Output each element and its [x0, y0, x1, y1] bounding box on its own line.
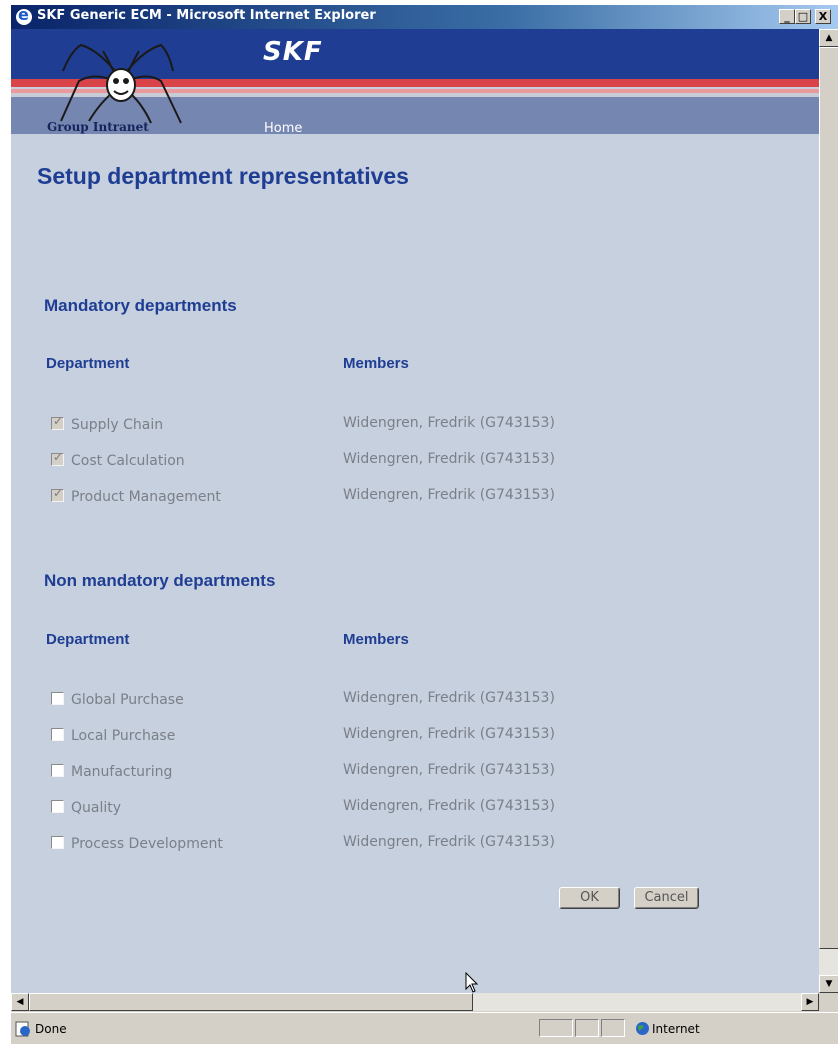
- department-checkbox: ✓: [51, 450, 64, 466]
- maximize-button[interactable]: □: [795, 9, 811, 24]
- mandatory-department-row: ✓ Cost Calculation Widengren, Fredrik (G74…: [51, 450, 671, 471]
- nav-home-link[interactable]: Home: [264, 121, 302, 136]
- page-viewport: SKF Group Intranet Home Setup department…: [11, 29, 819, 993]
- department-checkbox[interactable]: [51, 764, 64, 777]
- group-intranet-label[interactable]: Group Intranet: [47, 120, 149, 134]
- department-name: Product Management: [71, 489, 221, 505]
- department-checkbox[interactable]: [51, 692, 64, 705]
- status-panel: [601, 1019, 625, 1037]
- non-mandatory-department-row: Quality Widengren, Fredrik (G743153): [51, 798, 671, 818]
- title-bar[interactable]: SKF Generic ECM - Microsoft Internet Exp…: [11, 5, 838, 29]
- internet-explorer-icon: [16, 5, 32, 25]
- checkmark-icon: ✓: [53, 486, 64, 500]
- department-name: Process Development: [71, 836, 223, 852]
- department-member: Widengren, Fredrik (G743153): [343, 451, 555, 467]
- status-bar: Done Internet: [11, 1012, 838, 1044]
- globe-icon: [636, 1022, 649, 1035]
- scroll-left-arrow-icon[interactable]: ◀: [11, 993, 29, 1011]
- department-member: Widengren, Fredrik (G743153): [343, 762, 555, 778]
- department-checkbox: ✓: [51, 414, 64, 430]
- scroll-up-arrow-icon[interactable]: ▲: [819, 29, 838, 47]
- horizontal-scrollbar[interactable]: ◀ ▶: [11, 993, 819, 1011]
- mandatory-department-row: ✓ Product Management Widengren, Fredrik (G…: [51, 486, 671, 507]
- close-button[interactable]: X: [815, 9, 831, 24]
- department-checkbox: ✓: [51, 486, 64, 502]
- status-panel: [539, 1019, 573, 1037]
- non-mandatory-members-column-header: Members: [343, 631, 409, 648]
- department-name: Quality: [71, 800, 122, 816]
- non-mandatory-department-row: Manufacturing Widengren, Fredrik (G743153…: [51, 762, 671, 782]
- department-name: Supply Chain: [71, 417, 164, 433]
- department-member: Widengren, Fredrik (G743153): [343, 415, 555, 431]
- minimize-button[interactable]: _: [779, 9, 795, 24]
- mandatory-department-column-header: Department: [46, 355, 130, 372]
- checkmark-icon: ✓: [53, 450, 64, 464]
- status-text: Done: [35, 1022, 67, 1036]
- browser-window: SKF Generic ECM - Microsoft Internet Exp…: [10, 5, 838, 1044]
- department-name: Manufacturing: [71, 764, 173, 780]
- window-title: SKF Generic ECM - Microsoft Internet Exp…: [37, 8, 376, 23]
- department-name: Local Purchase: [71, 728, 176, 744]
- non-mandatory-department-row: Global Purchase Widengren, Fredrik (G7431…: [51, 690, 671, 710]
- non-mandatory-department-column-header: Department: [46, 631, 130, 648]
- status-panel: [575, 1019, 599, 1037]
- non-mandatory-department-row: Local Purchase Widengren, Fredrik (G74315…: [51, 726, 671, 746]
- skf-logo: SKF: [263, 37, 323, 67]
- checkmark-icon: ✓: [53, 414, 64, 428]
- department-checkbox[interactable]: [51, 836, 64, 849]
- vertical-scrollbar[interactable]: ▲ ▼: [819, 29, 838, 993]
- mandatory-departments-heading: Mandatory departments: [44, 296, 237, 315]
- department-member: Widengren, Fredrik (G743153): [343, 798, 555, 814]
- page-done-icon: [15, 1021, 30, 1037]
- mouse-cursor-icon: [465, 972, 479, 993]
- department-member: Widengren, Fredrik (G743153): [343, 487, 555, 503]
- security-zone-label: Internet: [652, 1022, 700, 1036]
- mandatory-members-column-header: Members: [343, 355, 409, 372]
- ok-button[interactable]: OK: [559, 887, 620, 909]
- vertical-scroll-thumb[interactable]: [819, 47, 838, 949]
- department-checkbox[interactable]: [51, 728, 64, 741]
- cancel-button[interactable]: Cancel: [634, 887, 699, 909]
- scroll-right-arrow-icon[interactable]: ▶: [801, 993, 819, 1011]
- horizontal-scroll-thumb[interactable]: [29, 993, 473, 1011]
- non-mandatory-department-row: Process Development Widengren, Fredrik (G…: [51, 834, 671, 854]
- department-member: Widengren, Fredrik (G743153): [343, 726, 555, 742]
- department-checkbox[interactable]: [51, 800, 64, 813]
- department-member: Widengren, Fredrik (G743153): [343, 834, 555, 850]
- non-mandatory-departments-heading: Non mandatory departments: [44, 571, 276, 590]
- department-member: Widengren, Fredrik (G743153): [343, 690, 555, 706]
- mandatory-department-row: ✓ Supply Chain Widengren, Fredrik (G743153…: [51, 414, 671, 435]
- department-name: Cost Calculation: [71, 453, 185, 469]
- scroll-down-arrow-icon[interactable]: ▼: [819, 975, 838, 993]
- department-name: Global Purchase: [71, 692, 184, 708]
- page-title: Setup department representatives: [37, 163, 409, 189]
